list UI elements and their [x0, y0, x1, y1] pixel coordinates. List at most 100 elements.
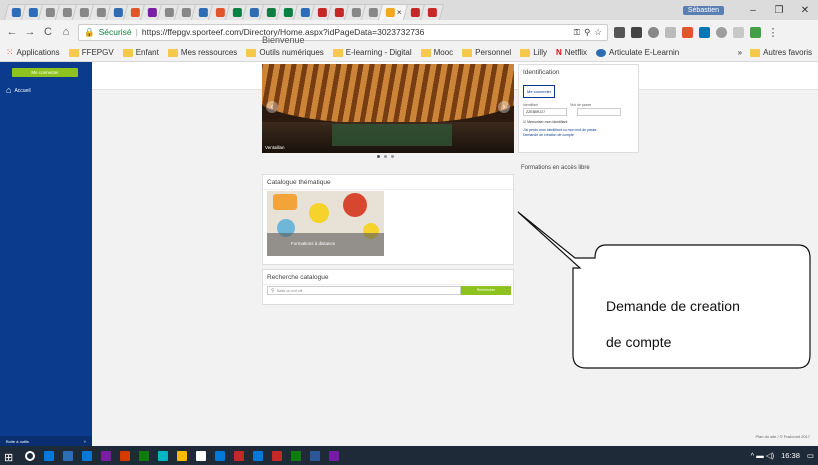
tab-close-icon[interactable]: × [397, 8, 402, 17]
start-icon[interactable]: ⊞ [4, 451, 16, 464]
bookmark-overflow-icon[interactable]: » [738, 48, 742, 57]
extension-icon[interactable] [682, 26, 693, 38]
lock-icon: 🔒 [84, 26, 95, 37]
apps-grid-icon: ⁙ [6, 47, 14, 57]
folder-icon [520, 48, 531, 57]
bookmark-item[interactable]: Mooc [420, 48, 453, 57]
bookmark-item[interactable]: Outils numériques [246, 48, 324, 57]
forward-arrow-icon[interactable]: → [24, 26, 36, 38]
taskbar-app-icon[interactable] [234, 450, 244, 461]
extension-icon[interactable] [716, 26, 727, 38]
create-account-link[interactable]: Demande de création de compte [523, 133, 634, 138]
catalogue-tile[interactable]: Formations à distance [267, 191, 384, 256]
annotation-line: Demande de creation [606, 298, 740, 314]
bookmark-label: FFEPGV [81, 48, 114, 57]
carousel-dot[interactable] [391, 155, 394, 158]
taskbar-app-icon[interactable] [310, 450, 320, 461]
bookmark-item[interactable]: E-learning - Digital [332, 48, 412, 57]
carousel-dot[interactable] [384, 155, 387, 158]
chevron-down-icon: ˅ [83, 438, 86, 444]
screen: × Sébastien – ❐ ✕ ← → C ⌂ 🔒 Sécurisé | h… [0, 0, 818, 465]
bookmark-item[interactable]: Lilly [520, 48, 547, 57]
menu-icon[interactable]: ⋮ [767, 26, 779, 39]
folder-icon [167, 48, 178, 57]
taskbar-app-icon[interactable] [253, 450, 263, 461]
bookmark-other[interactable]: Autres favoris [750, 48, 812, 57]
bookmark-label: Mes ressources [180, 48, 238, 57]
tab-favicon-icon [368, 8, 378, 17]
extension-icon[interactable] [614, 26, 625, 38]
home-icon[interactable]: ⌂ [60, 26, 72, 38]
restore-icon[interactable]: ❐ [766, 5, 792, 16]
tab-favicon-icon [427, 8, 437, 17]
search-input[interactable]: ⚲ Saisir un mot clé [267, 286, 461, 295]
cortana-icon[interactable] [25, 450, 35, 461]
taskbar-app-icon[interactable] [158, 450, 168, 461]
taskbar-app-icon[interactable] [82, 450, 92, 461]
formations-heading: Formations en accès libre [521, 165, 590, 171]
back-arrow-icon[interactable]: ← [6, 26, 18, 38]
extension-icon[interactable] [665, 26, 676, 38]
url-field[interactable]: 🔒 Sécurisé | https://ffepgv.sporteef.com… [78, 23, 608, 41]
taskbar-app-icon[interactable] [44, 450, 54, 461]
bookmark-item[interactable]: Articulate E-Learnin [596, 48, 679, 57]
bookmark-item[interactable]: Enfant [122, 48, 159, 57]
taskbar-app-icon[interactable] [329, 450, 339, 461]
notification-icon[interactable]: ▭ [807, 451, 814, 460]
image-carousel[interactable]: ‹ › Ventaillan [262, 64, 514, 153]
linkedin-icon[interactable] [699, 26, 710, 38]
bookmark-item[interactable]: Mes ressources [167, 48, 238, 57]
extension-icon[interactable] [733, 26, 744, 38]
bookmark-item[interactable]: FFEPGV [68, 48, 114, 57]
search-button[interactable]: Rechercher [461, 286, 511, 295]
tab-favicon-icon [181, 8, 191, 17]
extension-icon[interactable] [750, 26, 761, 38]
taskbar-app-icon[interactable] [196, 450, 206, 461]
bookmark-item[interactable]: Personnel [462, 48, 511, 57]
taskbar-app-icon[interactable] [139, 450, 149, 461]
identification-panel: Identification Me connecter Identifiant … [518, 64, 639, 153]
connect-button[interactable]: Me connecter [523, 85, 556, 98]
bookmark-item[interactable]: N Netflix [556, 48, 587, 57]
carousel-prev-arrow[interactable]: ‹ [266, 101, 278, 113]
taskbar-app-icon[interactable] [215, 450, 225, 461]
footer-links[interactable]: Plan du site / © Fusionnit 2017 [755, 434, 810, 439]
taskbar-app-icon[interactable] [291, 450, 301, 461]
tab-favicon-icon [79, 8, 89, 17]
taskbar-app-icon[interactable] [101, 450, 111, 461]
carousel-next-arrow[interactable]: › [498, 101, 510, 113]
taskbar-app-icon[interactable] [177, 450, 187, 461]
remember-checkbox[interactable]: ☑ Mémoriser mon identifiant [523, 120, 634, 124]
system-tray: ^ ▬ ◁) 16:38 ▭ [751, 451, 814, 460]
taskbar-app-icon[interactable] [272, 450, 282, 461]
sidebar-connect-button[interactable]: Me connecter [12, 68, 78, 77]
close-icon[interactable]: ✕ [792, 5, 818, 16]
taskbar-app-icon[interactable] [63, 450, 73, 461]
password-field[interactable] [577, 108, 621, 116]
sidebar-toolbox[interactable]: Boite à outils ˅ [0, 436, 92, 446]
tray-icons[interactable]: ^ ▬ ◁) [751, 451, 774, 460]
bookmark-applications[interactable]: ⁙ Applications [6, 47, 60, 58]
folder-icon [332, 48, 343, 57]
zoom-icon[interactable]: ⚲ [584, 27, 590, 38]
key-icon[interactable]: ⚿ [574, 27, 580, 38]
sidebar-item-home[interactable]: ⌂ Accueil [6, 86, 31, 95]
articulate-icon [596, 48, 606, 57]
taskbar-app-icon[interactable] [120, 450, 130, 461]
clock[interactable]: 16:38 [781, 451, 800, 460]
profile-button[interactable]: Sébastien [682, 5, 724, 15]
bookmarks-bar: ⁙ Applications FFEPGV Enfant Mes ressource… [0, 44, 818, 62]
minimize-icon[interactable]: – [740, 5, 766, 16]
star-icon[interactable]: ☆ [594, 27, 602, 38]
tile-decoration [309, 203, 329, 223]
carousel-dot[interactable] [377, 155, 380, 158]
extension-icon[interactable] [648, 26, 659, 38]
login-field[interactable]: ZZE8BRJ27 [523, 108, 567, 116]
browser-tab[interactable] [419, 4, 445, 20]
netflix-icon: N [555, 48, 562, 57]
pocket-icon[interactable] [631, 26, 642, 38]
bookmark-label: Netflix [564, 48, 587, 57]
reload-icon[interactable]: C [42, 26, 54, 38]
sidebar-toolbox-label: Boite à outils [6, 438, 29, 444]
search-catalogue-title: Recherche catalogue [263, 270, 513, 285]
